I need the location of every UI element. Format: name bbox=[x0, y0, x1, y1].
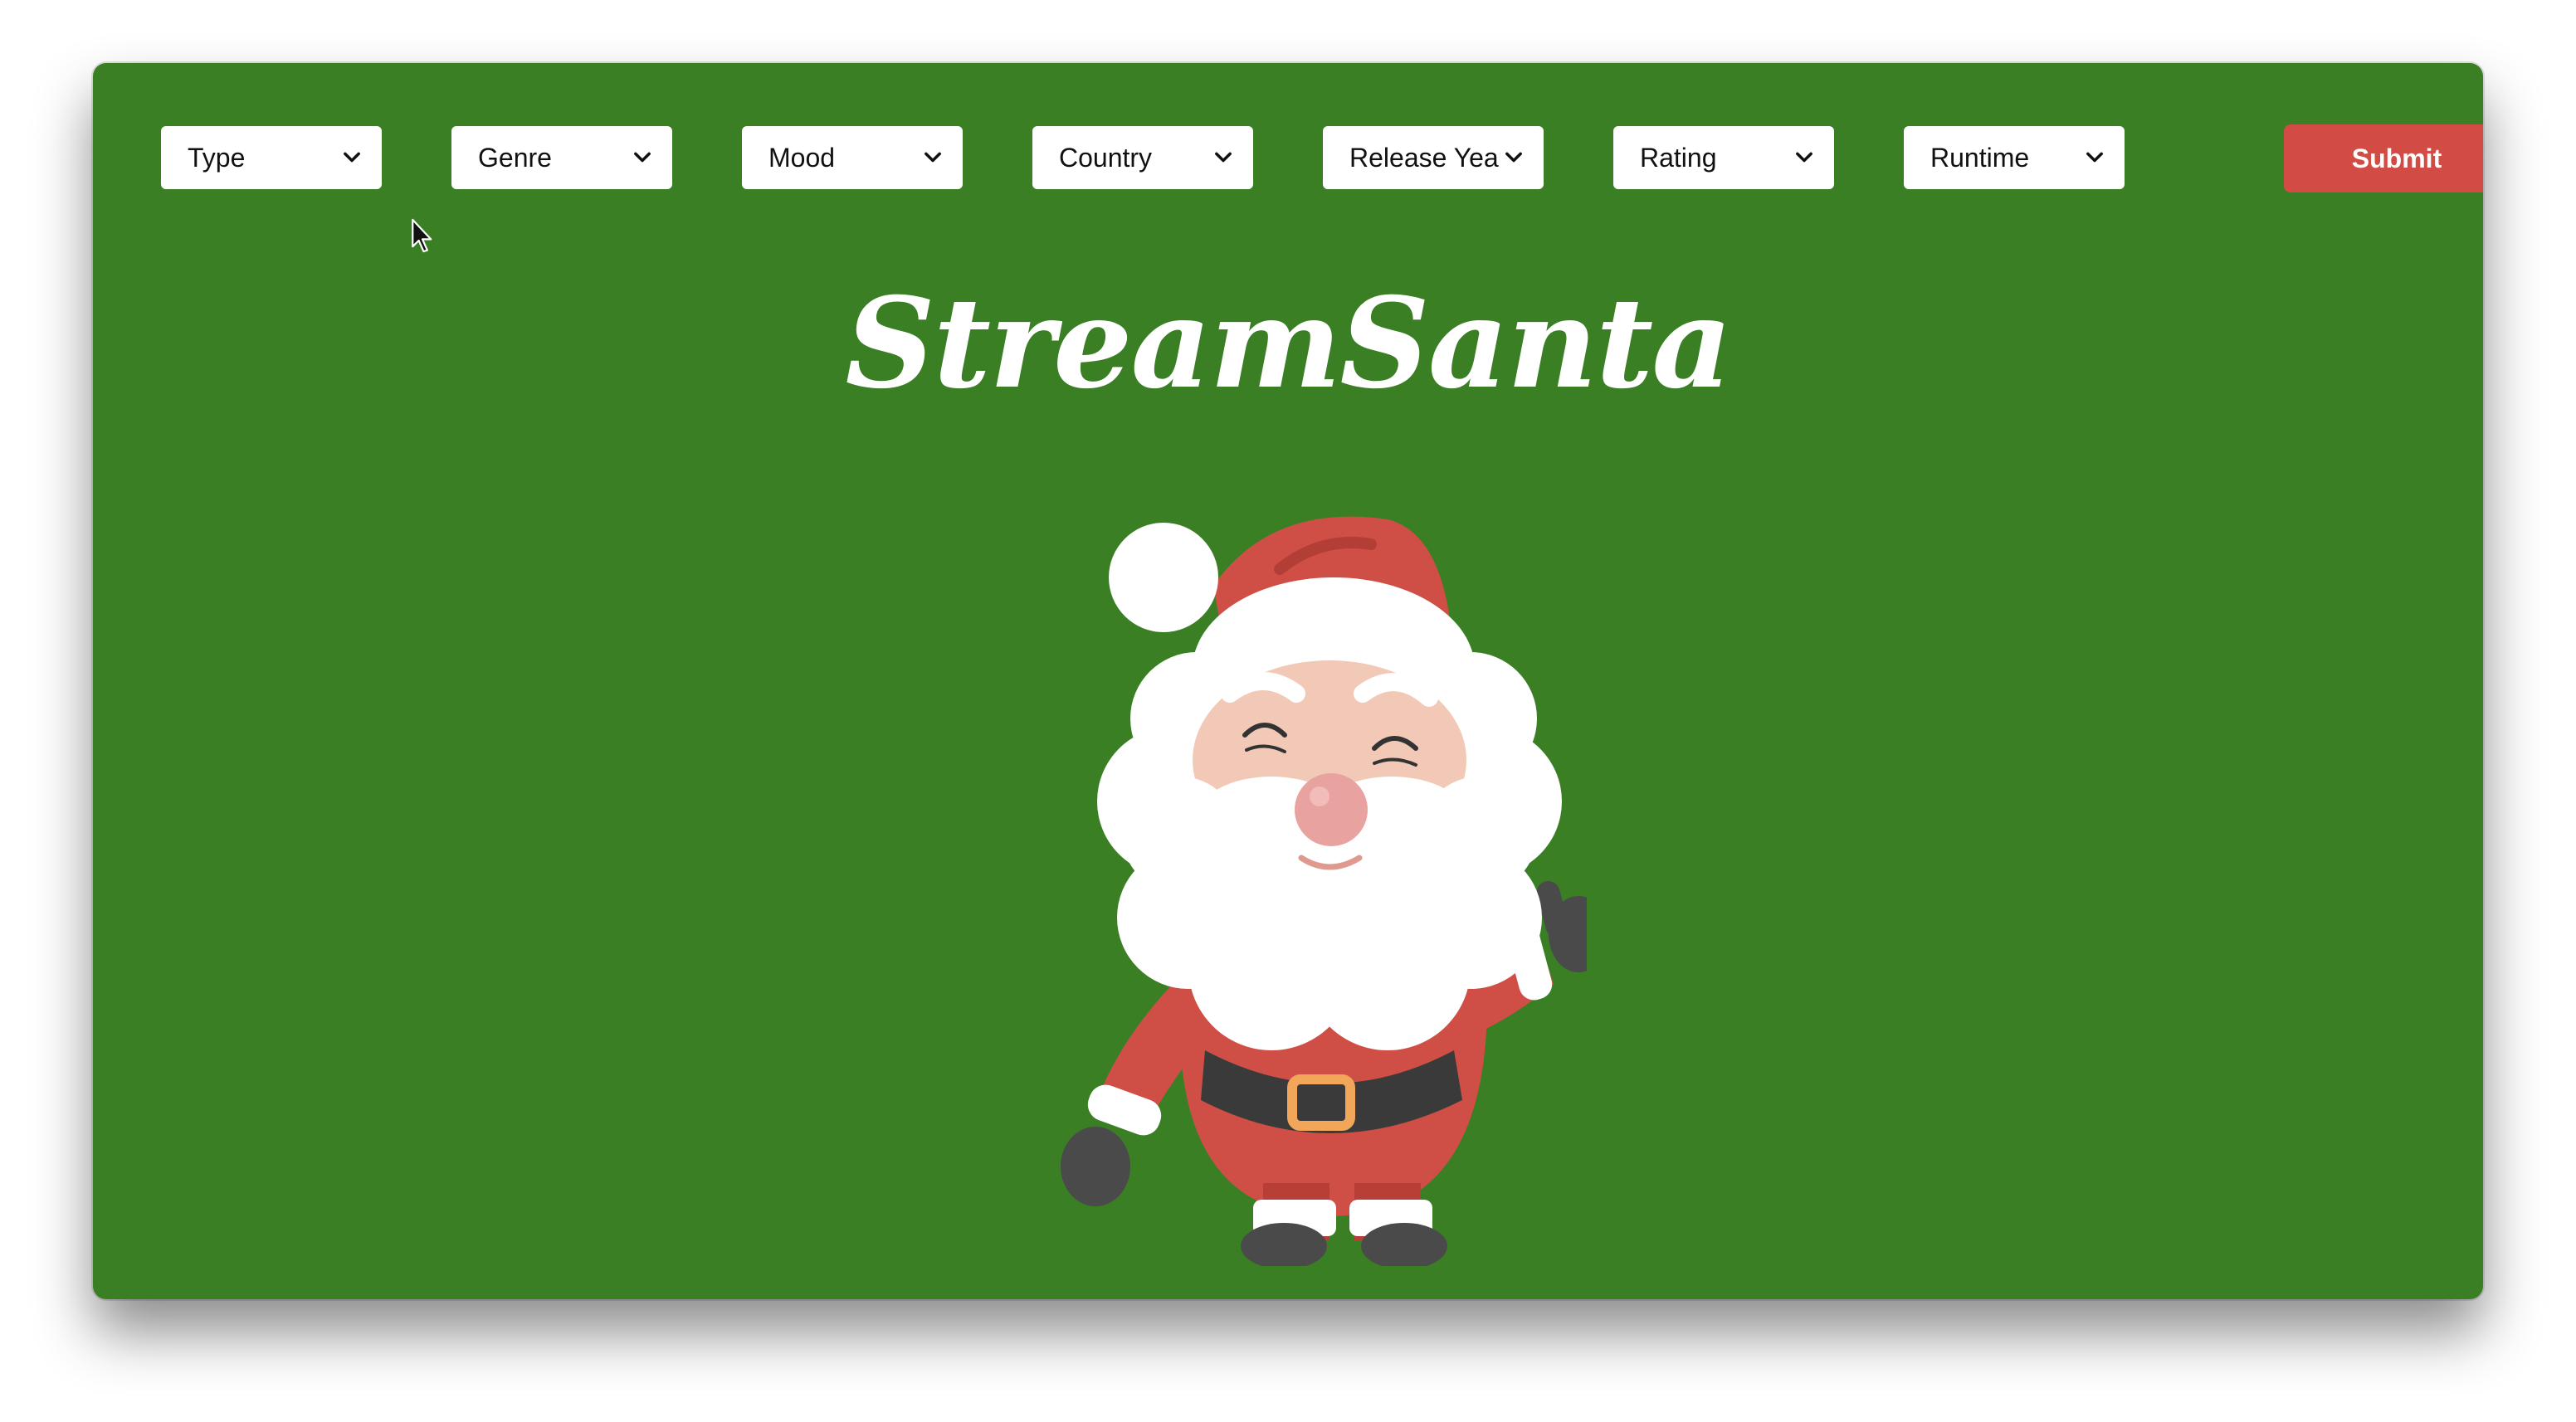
mood-select[interactable]: Mood bbox=[742, 126, 963, 189]
submit-button[interactable]: Submit bbox=[2284, 124, 2483, 192]
chevron-down-icon bbox=[344, 152, 360, 163]
chevron-down-icon bbox=[2086, 152, 2103, 163]
rating-select-label: Rating bbox=[1640, 142, 1717, 173]
filter-toolbar: Type Genre Mood Country Release Year Rat… bbox=[161, 124, 2483, 253]
release-year-select-label: Release Year bbox=[1349, 142, 1500, 173]
app-window: Type Genre Mood Country Release Year Rat… bbox=[93, 63, 2483, 1299]
genre-select[interactable]: Genre bbox=[451, 126, 672, 189]
country-select-label: Country bbox=[1059, 142, 1153, 173]
belt-buckle bbox=[1287, 1074, 1355, 1131]
genre-select-label: Genre bbox=[478, 142, 552, 173]
chevron-down-icon bbox=[1215, 152, 1232, 163]
type-select[interactable]: Type bbox=[161, 126, 382, 189]
chevron-down-icon bbox=[634, 152, 651, 163]
chevron-down-icon bbox=[1796, 152, 1812, 163]
runtime-select-label: Runtime bbox=[1930, 142, 2030, 173]
santa-nose bbox=[1295, 773, 1368, 846]
chevron-down-icon bbox=[925, 152, 941, 163]
rating-select[interactable]: Rating bbox=[1613, 126, 1834, 189]
type-select-label: Type bbox=[188, 142, 246, 173]
release-year-select[interactable]: Release Year bbox=[1323, 126, 1544, 189]
runtime-select[interactable]: Runtime bbox=[1904, 126, 2125, 189]
hat-pompom bbox=[1109, 523, 1218, 632]
country-select[interactable]: Country bbox=[1032, 126, 1253, 189]
app-title: StreamSanta bbox=[845, 270, 1732, 416]
chevron-down-icon bbox=[1505, 152, 1522, 163]
mood-select-label: Mood bbox=[768, 142, 836, 173]
mouse-pointer-icon bbox=[412, 218, 432, 253]
santa-illustration bbox=[1061, 516, 1587, 1266]
